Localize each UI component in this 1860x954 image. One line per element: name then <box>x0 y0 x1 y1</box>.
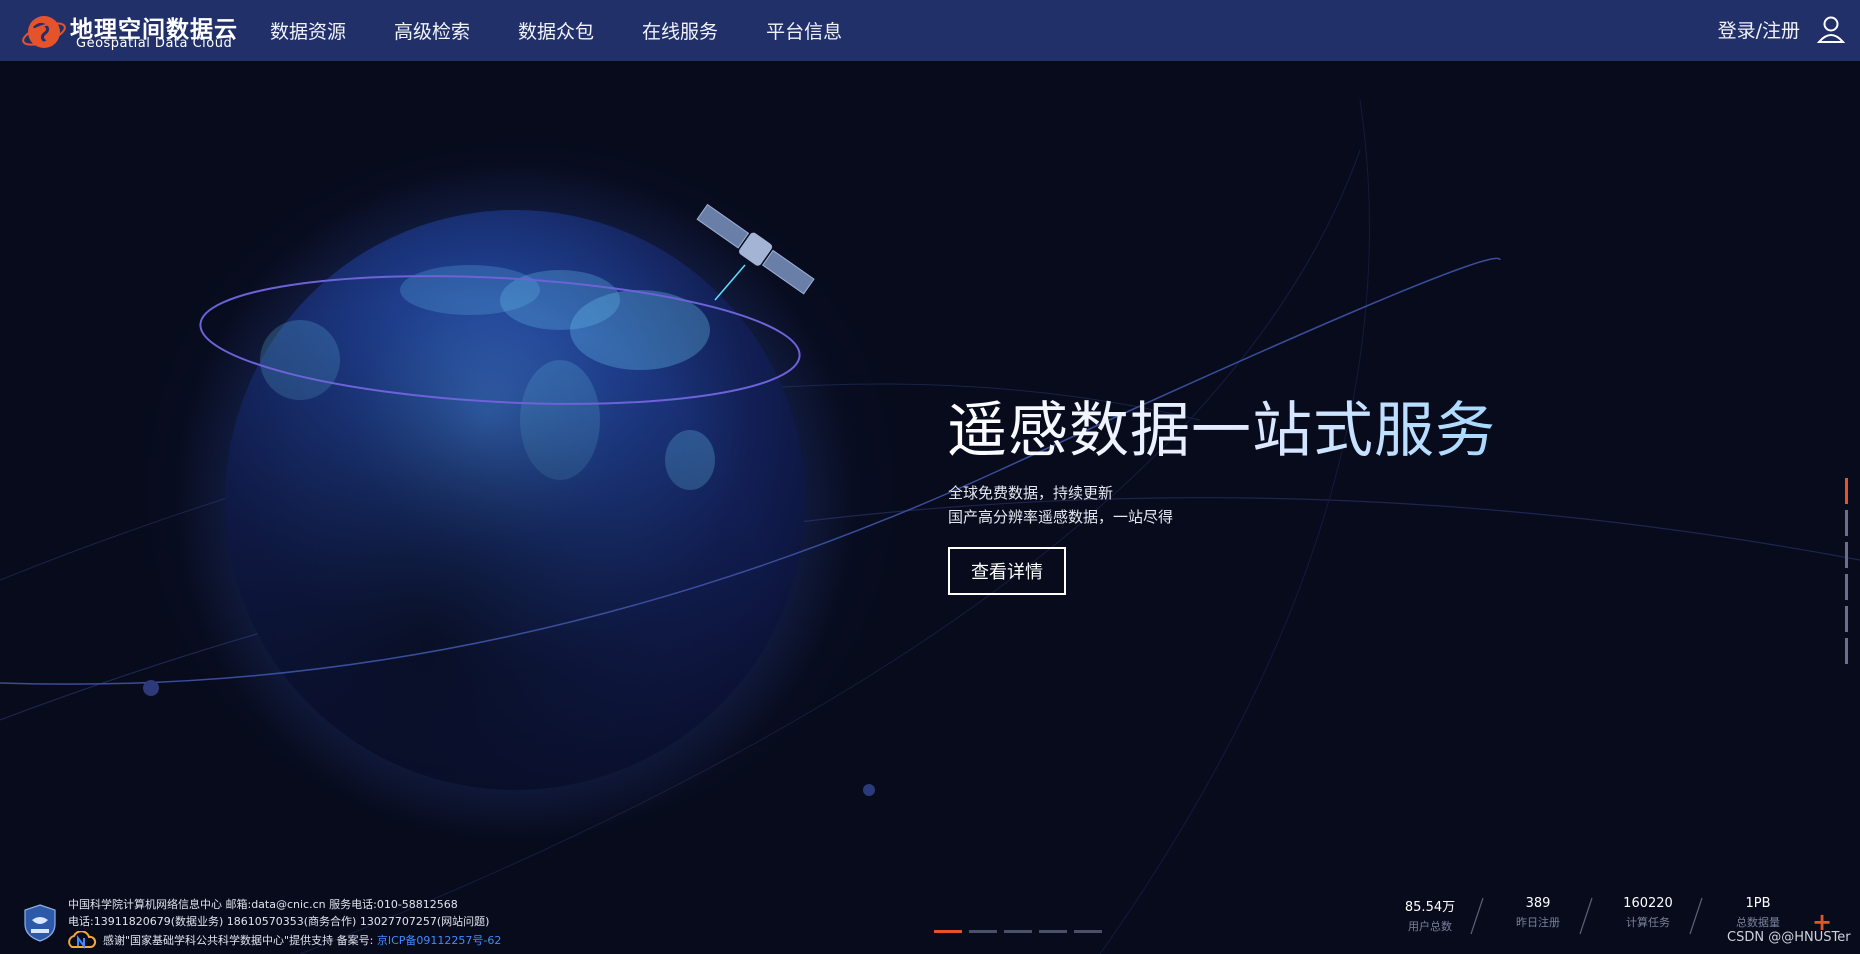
security-badge-icon[interactable] <box>24 904 56 942</box>
view-details-button[interactable]: 查看详情 <box>948 547 1066 595</box>
stat-value: 1PB <box>1745 896 1771 911</box>
stat-label: 总数据量 <box>1736 916 1780 929</box>
hero-subtitle-2: 国产高分辨率遥感数据，一站尽得 <box>948 508 1174 526</box>
carousel-dot[interactable] <box>1039 930 1067 933</box>
logo-text-en: Geospatial Data Cloud <box>76 36 233 51</box>
side-nav-dot[interactable] <box>1845 478 1848 504</box>
footer-contact-line-3: 感谢"国家基础学科公共科学数据中心"提供支持 备案号: 京ICP备0911225… <box>103 932 501 948</box>
side-nav-dot[interactable] <box>1845 510 1848 536</box>
stat-divider <box>1689 897 1703 935</box>
stat-value: 389 <box>1525 896 1551 911</box>
side-nav-dot[interactable] <box>1845 574 1848 600</box>
watermark-text: CSDN @@HNUSTer <box>1727 930 1851 945</box>
stat-total-data: 1PB 总数据量 <box>1708 896 1808 930</box>
stat-divider <box>1579 897 1593 935</box>
stat-label: 用户总数 <box>1408 920 1452 933</box>
carousel-dot[interactable] <box>934 930 962 933</box>
nav-data-resources[interactable]: 数据资源 <box>270 17 346 44</box>
carousel-dot[interactable] <box>969 930 997 933</box>
footer-contact-line-2: 电话:13911820679(数据业务) 18610570353(商务合作) 1… <box>68 915 490 928</box>
site-logo[interactable]: 地理空间数据云 Geospatial Data Cloud <box>20 8 237 54</box>
footer-contact-line-1: 中国科学院计算机网络信息中心 邮箱:data@cnic.cn 服务电话:010-… <box>68 898 458 911</box>
stat-total-users: 85.54万 用户总数 <box>1380 896 1480 934</box>
nav-advanced-search[interactable]: 高级检索 <box>394 17 470 44</box>
side-slide-nav <box>1845 478 1848 670</box>
nav-data-crowdsourcing[interactable]: 数据众包 <box>518 17 594 44</box>
footer-thanks-text: 感谢"国家基础学科公共科学数据中心"提供支持 备案号: <box>103 934 374 947</box>
login-register-link[interactable]: 登录/注册 <box>1718 16 1800 43</box>
hero-title: 遥感数据一站式服务 <box>947 382 1496 469</box>
stat-value: 85.54万 <box>1404 900 1456 915</box>
user-icon[interactable] <box>1816 14 1846 44</box>
stat-label: 昨日注册 <box>1516 916 1560 929</box>
side-nav-dot[interactable] <box>1845 542 1848 568</box>
stat-compute-tasks: 160220 计算任务 <box>1598 896 1698 930</box>
carousel-indicators <box>934 930 1109 933</box>
icp-record-link[interactable]: 京ICP备09112257号-62 <box>377 934 502 947</box>
side-nav-dot[interactable] <box>1845 606 1848 632</box>
stat-divider <box>1470 897 1484 935</box>
nav-platform-info[interactable]: 平台信息 <box>766 17 842 44</box>
carousel-dot[interactable] <box>1004 930 1032 933</box>
stat-yesterday-registrations: 389 昨日注册 <box>1488 896 1588 930</box>
hero-subtitle-1: 全球免费数据，持续更新 <box>948 484 1114 502</box>
earth-illustration <box>0 99 1860 954</box>
carousel-dot[interactable] <box>1074 930 1102 933</box>
side-nav-dot[interactable] <box>1845 638 1848 664</box>
cloud-partner-logo-icon <box>68 931 97 949</box>
top-navigation-bar: 地理空间数据云 Geospatial Data Cloud 数据资源 高级检索 … <box>0 0 1860 61</box>
main-nav: 数据资源 高级检索 数据众包 在线服务 平台信息 <box>270 0 890 61</box>
stat-value: 160220 <box>1623 896 1673 911</box>
stat-label: 计算任务 <box>1626 916 1670 929</box>
nav-online-services[interactable]: 在线服务 <box>642 17 718 44</box>
globe-logo-icon <box>22 16 66 48</box>
